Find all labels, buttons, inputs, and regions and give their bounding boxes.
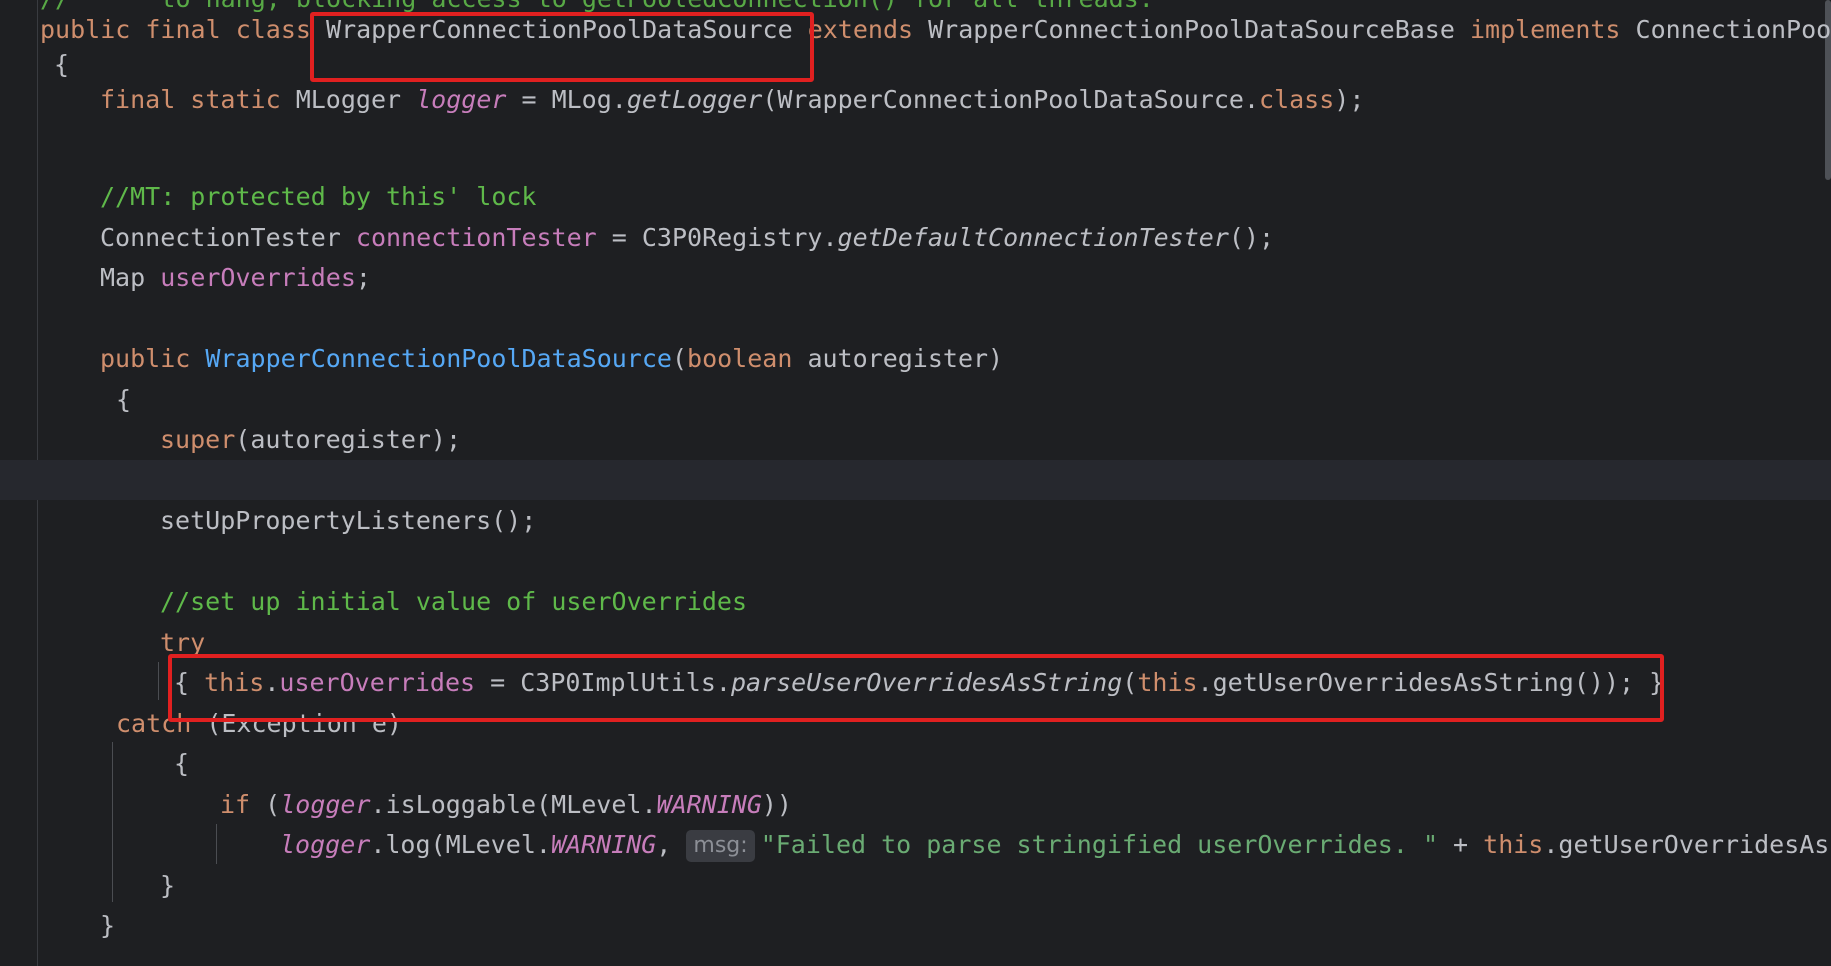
annotation-box-try-statement	[168, 654, 1664, 722]
code-text: ,	[656, 830, 687, 859]
code-text: (	[671, 344, 688, 373]
keyword: implements	[1469, 15, 1621, 44]
indent-guide	[216, 824, 217, 864]
code-line-constructor[interactable]: public WrapperConnectionPoolDataSource(b…	[100, 339, 1003, 379]
code-text: = MLog.	[506, 85, 627, 114]
current-line-highlight	[0, 460, 1831, 500]
field: logger	[416, 85, 507, 114]
keyword: super	[160, 425, 236, 454]
keyword: final	[145, 15, 221, 44]
code-text: = C3P0Registry.	[596, 223, 838, 252]
code-line-comment[interactable]: //MT: protected by this' lock	[100, 177, 537, 217]
type: Map	[100, 263, 146, 292]
type: MLogger	[295, 85, 402, 114]
field: connectionTester	[355, 223, 597, 252]
field: userOverrides	[160, 263, 356, 292]
keyword: class	[235, 15, 311, 44]
indent-guide	[158, 662, 159, 700]
keyword: extends	[807, 15, 914, 44]
method-name: WrapperConnectionPoolDataSource	[205, 344, 672, 373]
code-line-log[interactable]: logger.log(MLevel.WARNING, msg: "Failed t…	[280, 825, 1829, 865]
base-class: WrapperConnectionPoolDataSourceBase	[928, 15, 1455, 44]
field: logger	[280, 790, 371, 819]
code-line-comment[interactable]: //set up initial value of userOverrides	[160, 582, 747, 622]
code-text: (WrapperConnectionPoolDataSource.	[762, 85, 1260, 114]
annotation-box-class-name	[310, 12, 814, 82]
keyword: if	[220, 790, 251, 819]
code-line-logger[interactable]: final static MLogger logger = MLog.getLo…	[100, 80, 1364, 120]
code-text: .log(MLevel.	[370, 830, 551, 859]
field: logger	[280, 830, 371, 859]
code-line-brace[interactable]: }	[160, 866, 175, 906]
code-line-setup[interactable]: setUpPropertyListeners();	[160, 501, 536, 541]
code-text: );	[1334, 85, 1365, 114]
method-call: getDefaultConnectionTester	[837, 223, 1229, 252]
code-line-brace[interactable]: {	[54, 45, 69, 85]
code-text: (autoregister);	[235, 425, 462, 454]
string-literal: "Failed to parse stringified userOverrid…	[760, 830, 1438, 859]
keyword: boolean	[687, 344, 793, 373]
keyword: this	[1483, 830, 1544, 859]
type: ConnectionTester	[100, 223, 341, 252]
code-line-map[interactable]: Map userOverrides;	[100, 258, 371, 298]
code-line-super[interactable]: super(autoregister);	[160, 420, 461, 460]
code-text: +	[1438, 830, 1484, 859]
keyword: public	[100, 344, 191, 373]
code-text: .getUserOverridesAs	[1543, 830, 1830, 859]
code-line-brace[interactable]: {	[116, 380, 131, 420]
code-text: autoregister)	[792, 344, 1004, 373]
indent-guide	[112, 742, 113, 902]
code-text: ;	[355, 263, 371, 292]
keyword: final static	[100, 85, 281, 114]
code-line-class-declaration[interactable]: public final class WrapperConnectionPool…	[40, 10, 1831, 50]
interface-name: ConnectionPool	[1635, 15, 1831, 44]
constant: WARNING	[550, 830, 657, 859]
code-line-if[interactable]: if (logger.isLoggable(MLevel.WARNING))	[220, 785, 792, 825]
keyword: public	[40, 15, 131, 44]
code-line-brace[interactable]: }	[100, 906, 115, 946]
code-text: .isLoggable(MLevel.	[370, 790, 657, 819]
code-text: ();	[1228, 223, 1275, 252]
parameter-hint: msg:	[686, 830, 755, 862]
code-line-tester[interactable]: ConnectionTester connectionTester = C3P0…	[100, 218, 1274, 258]
code-line-brace[interactable]: {	[174, 744, 189, 784]
code-text: (	[250, 790, 281, 819]
method-call: getLogger	[626, 85, 763, 114]
code-text: ))	[761, 790, 792, 819]
keyword: class	[1259, 85, 1335, 114]
constant: WARNING	[656, 790, 762, 819]
